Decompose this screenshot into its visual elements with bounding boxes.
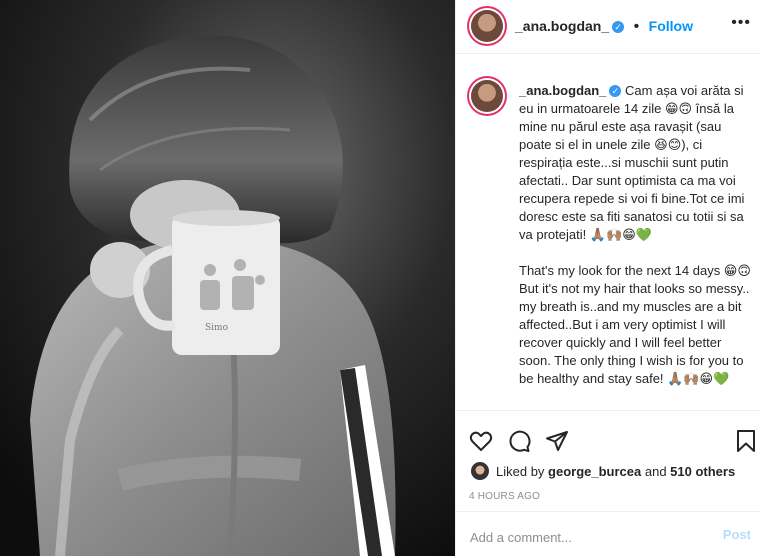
caption: _ana.bogdan_ ✓ Cam așa voi arăta si eu in…: [519, 82, 751, 388]
post-photo[interactable]: Simo: [0, 0, 455, 556]
caption-area: _ana.bogdan_ ✓ Cam așa voi arăta si eu in…: [456, 54, 760, 410]
likes-middle: and: [641, 464, 671, 479]
post-header: _ana.bogdan_ ✓ • Follow •••: [456, 0, 760, 54]
post-actions: Liked by george_burcea and 510 others 4 …: [456, 410, 760, 557]
caption-avatar[interactable]: [471, 80, 503, 112]
follow-button[interactable]: Follow: [649, 18, 693, 34]
comment-input[interactable]: [468, 526, 712, 548]
share-icon[interactable]: [545, 429, 569, 458]
post-panel: _ana.bogdan_ ✓ • Follow ••• _ana.bogdan_ ✓…: [455, 0, 760, 556]
heart-icon[interactable]: [469, 429, 493, 458]
likes-count[interactable]: 510 others: [670, 464, 735, 479]
likes-prefix: Liked by: [496, 464, 549, 479]
likes-summary: Liked by george_burcea and 510 others: [496, 464, 735, 479]
post-timestamp[interactable]: 4 HOURS AGO: [469, 491, 540, 502]
liker-avatar[interactable]: [471, 462, 489, 480]
header-separator: •: [633, 18, 640, 35]
mug-text: Simo: [205, 323, 228, 333]
post-image: Simo: [0, 0, 455, 556]
header-user: _ana.bogdan_ ✓ • Follow: [515, 18, 693, 36]
comment-icon[interactable]: [507, 429, 531, 458]
caption-username[interactable]: _ana.bogdan_: [519, 83, 606, 98]
post-comment-button[interactable]: Post: [723, 527, 751, 542]
header-username[interactable]: _ana.bogdan_: [515, 18, 609, 34]
liker-username[interactable]: george_burcea: [548, 464, 641, 479]
author-avatar[interactable]: [471, 10, 503, 42]
comment-bar: Post: [456, 511, 760, 558]
bookmark-icon[interactable]: [735, 429, 757, 458]
more-options-icon[interactable]: •••: [731, 14, 751, 32]
caption-text: Cam așa voi arăta si eu in urmatoarele 1…: [519, 83, 751, 386]
caption-verified-icon: ✓: [609, 85, 622, 97]
verified-badge-icon: ✓: [612, 21, 625, 33]
